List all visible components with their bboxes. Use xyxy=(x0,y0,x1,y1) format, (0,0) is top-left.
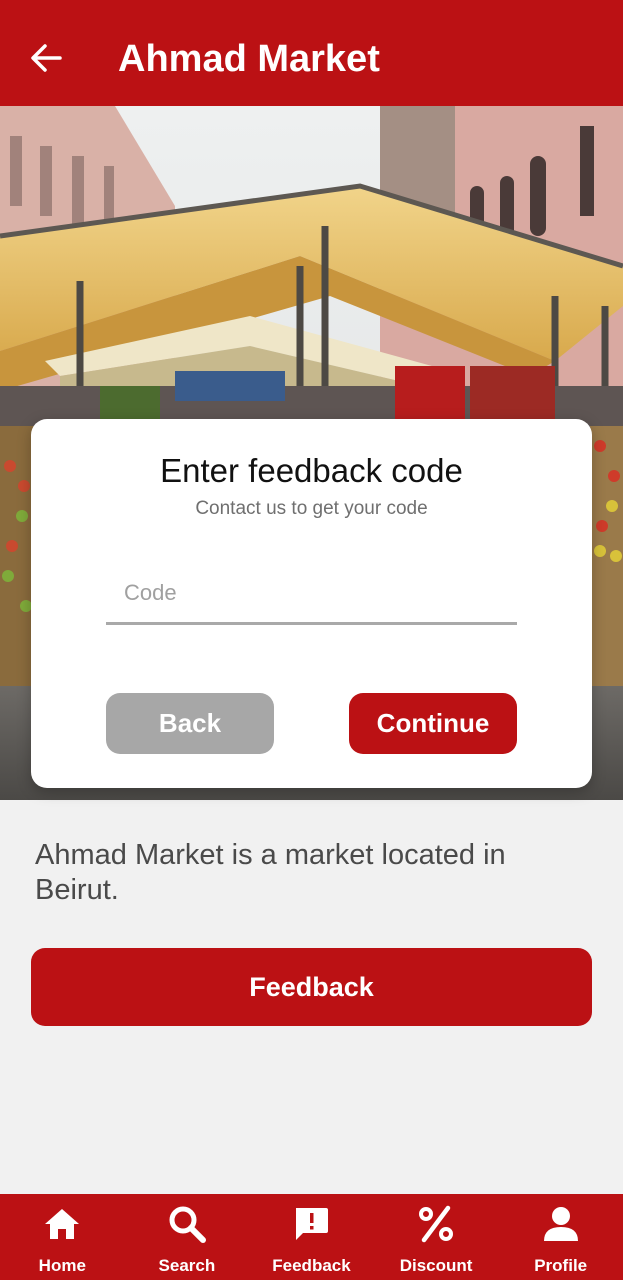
dialog-title: Enter feedback code xyxy=(160,452,463,489)
code-input[interactable] xyxy=(106,563,517,625)
nav-label-home: Home xyxy=(38,1256,86,1275)
feedback-code-dialog: Enter feedback code Contact us to get yo… xyxy=(31,419,592,788)
search-icon xyxy=(169,1206,206,1243)
percent-icon xyxy=(419,1205,454,1243)
continue-button[interactable]: Continue xyxy=(349,693,517,754)
nav-label-discount: Discount xyxy=(399,1256,473,1275)
home-icon xyxy=(45,1209,80,1239)
nav-item-search[interactable]: Search xyxy=(125,1194,249,1280)
nav-item-profile[interactable]: Profile xyxy=(499,1194,623,1280)
arrow-left-icon[interactable] xyxy=(26,38,66,78)
nav-item-home[interactable]: Home xyxy=(0,1194,124,1280)
person-icon xyxy=(543,1207,578,1241)
feedback-button[interactable]: Feedback xyxy=(31,948,592,1026)
dialog-subtitle: Contact us to get your code xyxy=(195,498,428,519)
page-title: Ahmad Market xyxy=(118,38,380,80)
nav-label-feedback: Feedback xyxy=(272,1256,351,1275)
feedback-icon xyxy=(296,1208,329,1240)
app-bar: Ahmad Market xyxy=(0,0,623,106)
nav-item-feedback[interactable]: Feedback xyxy=(249,1194,373,1280)
back-button[interactable]: Back xyxy=(106,693,274,754)
market-description: Ahmad Market is a market located in Beir… xyxy=(35,839,506,906)
bottom-navigation: Home Search Feedback Discount Profile xyxy=(0,1194,623,1280)
nav-item-discount[interactable]: Discount xyxy=(374,1194,498,1280)
nav-label-search: Search xyxy=(158,1256,216,1275)
nav-label-profile: Profile xyxy=(534,1256,588,1275)
